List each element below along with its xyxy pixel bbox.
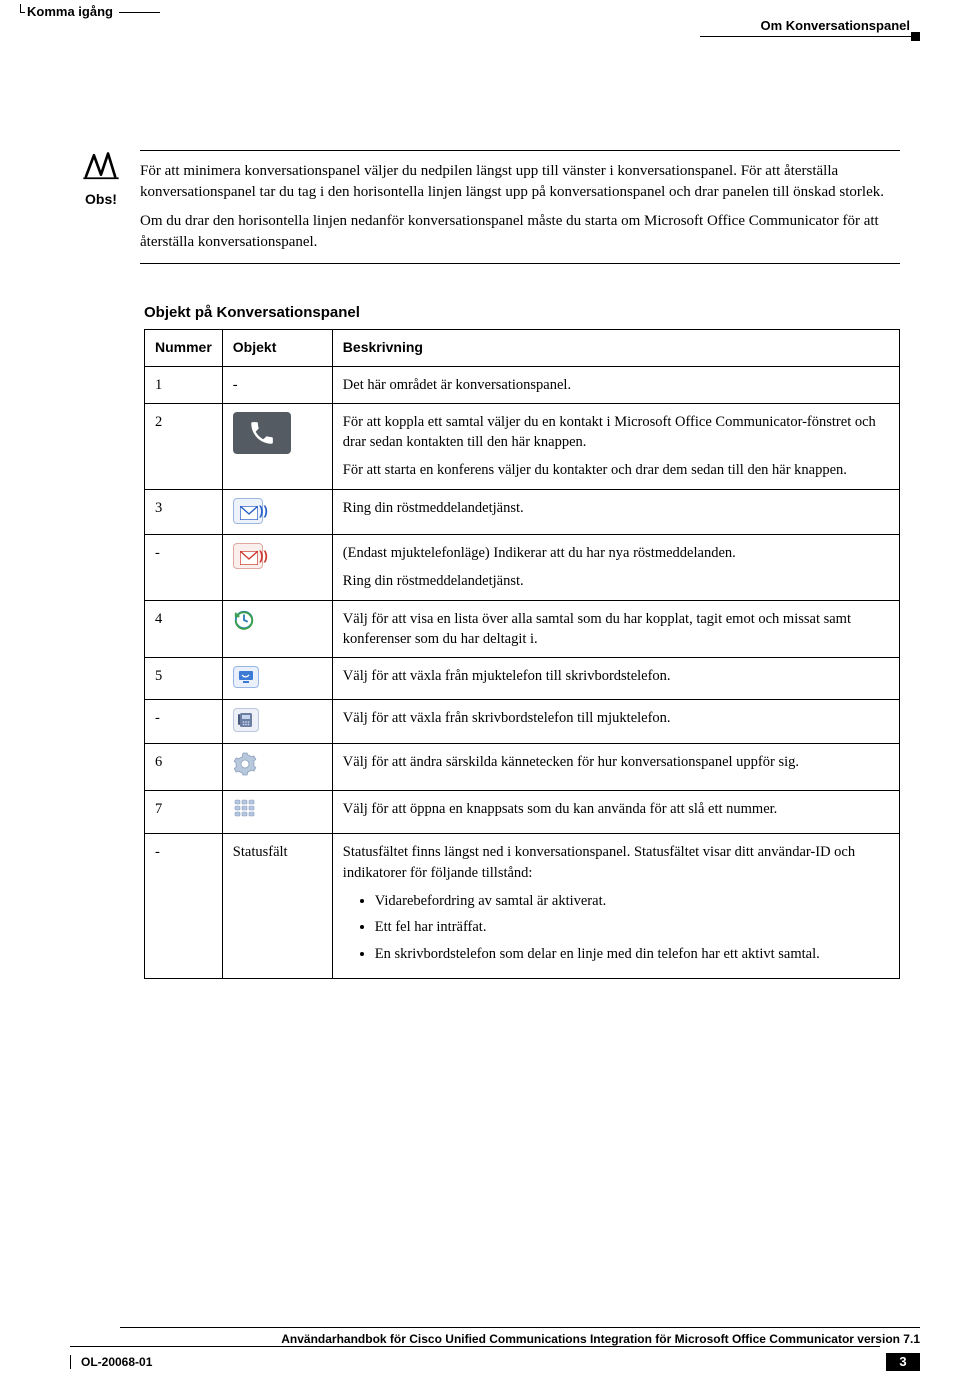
objects-table: Nummer Objekt Beskrivning 1-Det här områ… bbox=[144, 329, 900, 979]
table-row: 1-Det här området är konversationspanel. bbox=[145, 366, 900, 403]
cell-object bbox=[222, 403, 332, 489]
note-label: Obs! bbox=[80, 191, 122, 207]
table-row: 7 Välj för att öppna en knappsats som du … bbox=[145, 791, 900, 834]
gear-icon bbox=[233, 752, 257, 782]
list-item: Vidarebefordring av samtal är aktiverat. bbox=[375, 891, 889, 911]
cell-object: )) bbox=[222, 489, 332, 534]
cell-object: )) bbox=[222, 535, 332, 601]
table-row: 2 För att koppla ett samtal väljer du en … bbox=[145, 403, 900, 489]
table-title: Objekt på Konversationspanel bbox=[144, 304, 900, 321]
header-section: Om Konversationspanel bbox=[760, 18, 910, 33]
header-chapter: Komma igång bbox=[25, 4, 119, 21]
cell-description: Det här området är konversationspanel. bbox=[332, 366, 899, 403]
cell-number: 1 bbox=[145, 366, 223, 403]
cell-object: - bbox=[222, 366, 332, 403]
cell-object: Statusfält bbox=[222, 834, 332, 978]
cell-number: - bbox=[145, 834, 223, 978]
footer-page-number: 3 bbox=[886, 1353, 920, 1371]
cell-number: 2 bbox=[145, 403, 223, 489]
cell-description: (Endast mjuktelefonläge) Indikerar att d… bbox=[332, 535, 899, 601]
cell-object bbox=[222, 658, 332, 699]
footer-doc-code: OL-20068-01 bbox=[81, 1355, 152, 1369]
cell-number: 7 bbox=[145, 791, 223, 834]
softphone-icon bbox=[233, 666, 259, 690]
table-row: - Välj för att växla från skrivbordstelef… bbox=[145, 699, 900, 743]
note-paragraph: Om du drar den horisontella linjen nedan… bbox=[140, 211, 900, 253]
table-row: -StatusfältStatusfältet finns längst ned… bbox=[145, 834, 900, 978]
page-header: Komma igång Om Konversationspanel bbox=[80, 0, 900, 40]
cell-object bbox=[222, 699, 332, 743]
table-row: 3)) Ring din röstmeddelandetjänst. bbox=[145, 489, 900, 534]
cell-description: Välj för att växla från skrivbordstelefo… bbox=[332, 699, 899, 743]
page-footer: Användarhandbok för Cisco Unified Commun… bbox=[0, 1327, 960, 1371]
voicemail-icon: )) bbox=[233, 498, 263, 526]
table-row: -)) (Endast mjuktelefonläge) Indikerar at… bbox=[145, 535, 900, 601]
cell-number: - bbox=[145, 535, 223, 601]
cell-object bbox=[222, 600, 332, 658]
cell-number: 6 bbox=[145, 743, 223, 790]
footer-manual-title: Användarhandbok för Cisco Unified Commun… bbox=[120, 1327, 920, 1346]
history-icon bbox=[233, 609, 255, 637]
cell-description: För att koppla ett samtal väljer du en k… bbox=[332, 403, 899, 489]
cell-number: - bbox=[145, 699, 223, 743]
note-paragraph: För att minimera konversationspanel välj… bbox=[140, 161, 900, 203]
cell-description: Välj för att öppna en knappsats som du k… bbox=[332, 791, 899, 834]
dialpad-icon bbox=[233, 799, 257, 825]
cell-number: 5 bbox=[145, 658, 223, 699]
phone-icon bbox=[233, 412, 291, 454]
cell-description: Ring din röstmeddelandetjänst. bbox=[332, 489, 899, 534]
cell-object bbox=[222, 743, 332, 790]
table-row: 5 Välj för att växla från mjuktelefon til… bbox=[145, 658, 900, 699]
note-block: Obs! För att minimera konversationspanel… bbox=[80, 150, 900, 264]
deskphone-icon bbox=[233, 708, 259, 735]
cell-description: Välj för att växla från mjuktelefon till… bbox=[332, 658, 899, 699]
th-object: Objekt bbox=[222, 330, 332, 367]
list-item: En skrivbordstelefon som delar en linje … bbox=[375, 944, 889, 964]
list-item: Ett fel har inträffat. bbox=[375, 917, 889, 937]
cell-description: Välj för att ändra särskilda kännetecken… bbox=[332, 743, 899, 790]
table-row: 4 Välj för att visa en lista över alla sa… bbox=[145, 600, 900, 658]
voicemail-new-icon: )) bbox=[233, 543, 263, 571]
cell-number: 4 bbox=[145, 600, 223, 658]
note-icon bbox=[83, 168, 119, 184]
th-description: Beskrivning bbox=[332, 330, 899, 367]
th-number: Nummer bbox=[145, 330, 223, 367]
cell-description: Statusfältet finns längst ned i konversa… bbox=[332, 834, 899, 978]
table-row: 6 Välj för att ändra särskilda kännetecke… bbox=[145, 743, 900, 790]
cell-object bbox=[222, 791, 332, 834]
cell-description: Välj för att visa en lista över alla sam… bbox=[332, 600, 899, 658]
cell-number: 3 bbox=[145, 489, 223, 534]
